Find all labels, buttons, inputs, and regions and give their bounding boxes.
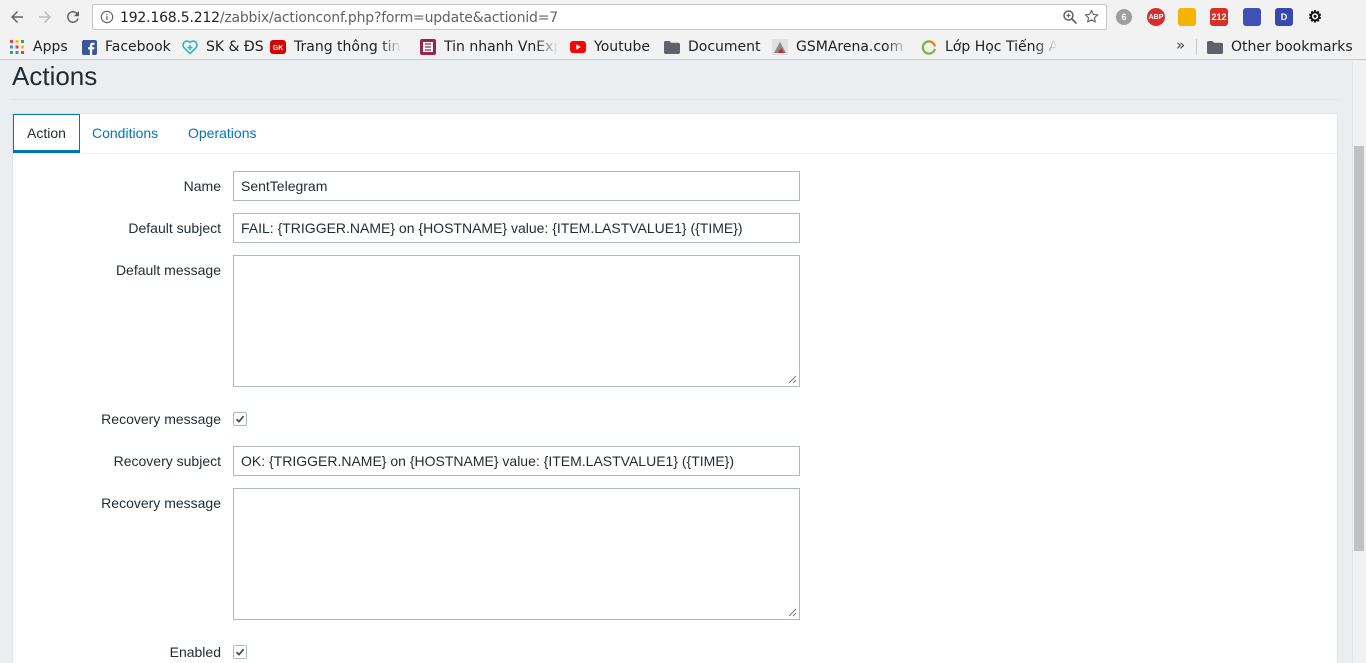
bookmark-label: Apps: [33, 39, 68, 55]
bookmarks-overflow-chevron-icon[interactable]: »: [1176, 36, 1185, 54]
page-title: Actions: [12, 61, 98, 91]
tab-conditions[interactable]: Conditions: [80, 114, 170, 152]
action-form-card: Action Conditions Operations Name SentTe…: [12, 113, 1338, 663]
gnome-extension-icon[interactable]: ⚙: [1306, 8, 1324, 26]
apps-grid-icon: [9, 39, 25, 55]
bookmark-facebook[interactable]: Facebook: [81, 37, 171, 57]
url-path: /zabbix/actionconf.php?form=update&actio…: [219, 10, 558, 26]
enabled-checkbox[interactable]: [233, 645, 247, 659]
default-subject-field[interactable]: FAIL: {TRIGGER.NAME} on {HOSTNAME} value…: [233, 213, 800, 243]
default-subject-label: Default subject: [128, 220, 221, 236]
bookmark-label: Document: [688, 39, 761, 55]
default-message-textarea[interactable]: [233, 255, 800, 387]
resize-grip-icon[interactable]: [788, 608, 797, 617]
scrollbar-thumb[interactable]: [1354, 146, 1364, 551]
forward-button[interactable]: [34, 6, 56, 28]
address-bar[interactable]: 192.168.5.212/zabbix/actionconf.php?form…: [92, 4, 1107, 30]
bookmark-label: Youtube: [594, 39, 650, 55]
bookmark-vnexpress[interactable]: Tin nhanh VnExp: [420, 37, 558, 57]
bookmark-label: GSMArena.com -: [796, 39, 908, 55]
bookmark-label: Other bookmarks: [1231, 39, 1353, 55]
title-divider: [12, 99, 1338, 100]
gmail-icon[interactable]: 212: [1210, 8, 1228, 26]
zoom-icon[interactable]: [1062, 9, 1078, 25]
page-scrollbar[interactable]: [1352, 61, 1366, 663]
bookmark-other[interactable]: Other bookmarks: [1207, 37, 1353, 57]
email-extension-icon[interactable]: [1243, 8, 1261, 26]
checkmark-icon: [235, 648, 245, 656]
d-extension-icon[interactable]: D: [1275, 8, 1293, 26]
name-field[interactable]: SentTelegram: [233, 171, 800, 201]
resize-grip-icon[interactable]: [788, 375, 797, 384]
bookmark-gsmarena[interactable]: GSMArena.com -: [772, 37, 908, 57]
enabled-label: Enabled: [169, 644, 221, 660]
folder-icon: [664, 39, 680, 55]
back-button[interactable]: [6, 6, 28, 28]
svg-text:GK: GK: [273, 45, 284, 52]
vnexpress-icon: [420, 39, 436, 55]
refresh-circle-icon: [921, 39, 937, 55]
facebook-icon: [81, 39, 97, 55]
tab-operations[interactable]: Operations: [176, 114, 268, 152]
ghostery-icon[interactable]: 6: [1116, 9, 1132, 25]
recovery-message-label: Recovery message: [101, 495, 221, 511]
news-icon: GK: [270, 39, 286, 55]
recovery-subject-field[interactable]: OK: {TRIGGER.NAME} on {HOSTNAME} value: …: [233, 446, 800, 476]
name-label: Name: [183, 178, 221, 194]
reload-icon: [66, 10, 79, 23]
tab-action[interactable]: Action: [13, 114, 80, 153]
reload-button[interactable]: [62, 6, 84, 28]
bookmark-label: Tin nhanh VnExp: [444, 39, 558, 55]
recovery-message-textarea[interactable]: [233, 488, 800, 620]
recovery-message-checkbox-label: Recovery message: [101, 411, 221, 427]
bookmark-trang-thong-tin[interactable]: GK Trang thông tin d: [270, 37, 402, 57]
page-content: Actions Action Conditions Operations Nam…: [0, 61, 1352, 663]
bookmark-separator: [1196, 39, 1197, 55]
bookmark-apps[interactable]: Apps: [9, 37, 68, 57]
bookmark-label: SK & ĐS: [206, 39, 264, 55]
browser-toolbar: 192.168.5.212/zabbix/actionconf.php?form…: [0, 0, 1366, 34]
url-host: 192.168.5.212: [120, 10, 220, 26]
recovery-message-checkbox[interactable]: [233, 412, 247, 426]
info-icon[interactable]: [100, 10, 114, 24]
adblock-plus-icon[interactable]: ABP: [1147, 8, 1165, 26]
star-icon[interactable]: [1083, 8, 1100, 25]
checkmark-icon: [235, 415, 245, 423]
bookmark-document[interactable]: Document: [664, 37, 761, 57]
bookmark-youtube[interactable]: Youtube: [570, 37, 650, 57]
extension-face-icon[interactable]: [1178, 8, 1196, 26]
url-text: 192.168.5.212/zabbix/actionconf.php?form…: [120, 10, 558, 26]
youtube-icon: [570, 39, 586, 55]
bookmark-lop-hoc[interactable]: Lớp Học Tiếng A: [921, 37, 1057, 57]
bookmarks-bar: Apps Facebook SK & ĐS GK Trang thông tin…: [0, 34, 1366, 60]
bookmark-label: Facebook: [105, 39, 171, 55]
arrow-left-icon: [11, 11, 23, 23]
bookmark-sk-ds[interactable]: SK & ĐS: [182, 37, 264, 57]
arrow-right-icon: [39, 11, 51, 23]
gsmarena-icon: [772, 39, 788, 55]
tab-bar: Action Conditions Operations: [13, 114, 1337, 154]
bookmark-label: Trang thông tin d: [294, 39, 402, 55]
bookmark-label: Lớp Học Tiếng A: [945, 39, 1057, 55]
folder-icon: [1207, 39, 1223, 55]
recovery-subject-label: Recovery subject: [113, 453, 221, 469]
heart-plus-icon: [182, 39, 198, 55]
default-message-label: Default message: [115, 262, 221, 278]
